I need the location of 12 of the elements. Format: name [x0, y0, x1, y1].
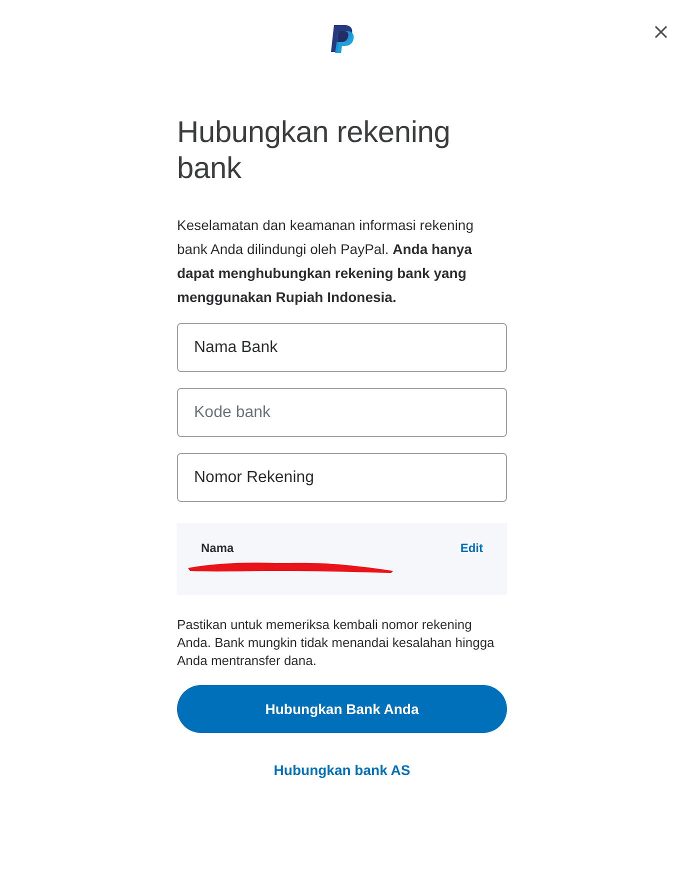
notice-text: Pastikan untuk memeriksa kembali nomor rekening Anda. Bank mungkin tidak menandai kesalahan hingga Anda mentransfer dana.: [177, 616, 496, 670]
page-title: Hubungkan rekening bank: [177, 115, 452, 187]
edit-link[interactable]: Edit: [460, 540, 483, 556]
input-field[interactable]: Kode bank: [177, 388, 507, 437]
intro-text: Keselamatan dan keamanan informasi rekening bank Anda dilindungi oleh PayPal. Anda hanya dapat menghubungkan rekening bank yang menggunakan Rupiah Indonesia.: [177, 216, 475, 307]
input-field[interactable]: Nama Bank: [177, 323, 507, 372]
us-bank-link[interactable]: Hubungkan bank AS: [274, 760, 410, 780]
close-icon[interactable]: [655, 26, 667, 38]
name-label: Nama: [201, 540, 234, 556]
connect-bank-button[interactable]: Hubungkan Bank Anda: [177, 685, 507, 733]
logo: [330, 25, 354, 53]
input-field[interactable]: Nomor Rekening: [177, 453, 507, 502]
